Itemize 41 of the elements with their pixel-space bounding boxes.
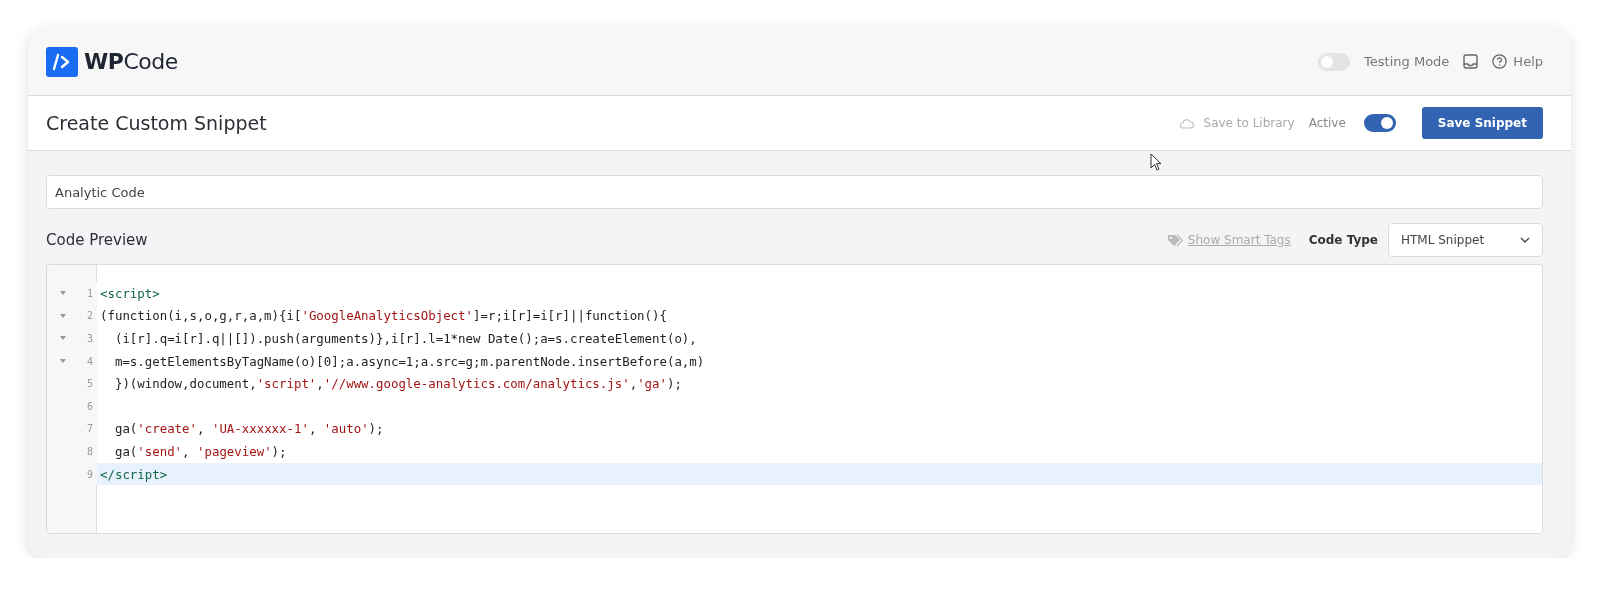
code-line: <script> xyxy=(99,285,160,301)
code-line: </script> xyxy=(99,466,168,482)
fold-arrow-icon[interactable] xyxy=(60,291,66,295)
inbox-icon[interactable] xyxy=(1463,54,1479,69)
code-type-label: Code Type xyxy=(1308,233,1378,247)
code-line: ga('create', 'UA-xxxxxx-1', 'auto'); xyxy=(113,421,384,437)
line-number: 7 xyxy=(86,423,93,435)
line-number: 1 xyxy=(86,287,93,299)
save-snippet-button[interactable]: Save Snippet xyxy=(1421,107,1543,139)
active-label: Active xyxy=(1308,116,1346,130)
line-number: 6 xyxy=(86,400,93,412)
code-line: ga('send', 'pageview'); xyxy=(113,443,287,459)
logo-icon xyxy=(46,46,78,77)
help-link[interactable]: Help xyxy=(1513,54,1543,69)
line-number: 5 xyxy=(86,378,93,390)
cloud-icon[interactable] xyxy=(1177,117,1194,129)
line-number: 9 xyxy=(86,468,93,480)
code-editor[interactable] xyxy=(46,264,1543,534)
brand-logo-text: WPCode xyxy=(84,49,178,74)
code-type-dropdown[interactable]: HTML Snippet xyxy=(1388,223,1543,257)
code-line: m=s.getElementsByTagName(o)[0];a.async=1;a.src=g;m.parentNode.insertBefore(a,m) xyxy=(113,353,705,369)
help-icon[interactable] xyxy=(1492,54,1508,69)
code-line: })(window,document,'script','//www.google-analytics.com/analytics.js','ga'); xyxy=(113,376,682,392)
testing-mode-label: Testing Mode xyxy=(1364,54,1450,69)
snippet-title-field[interactable]: Analytic Code xyxy=(46,175,1543,209)
fold-arrow-icon[interactable] xyxy=(60,313,66,318)
line-number: 2 xyxy=(86,310,93,322)
line-number: 8 xyxy=(86,445,93,457)
fold-arrow-icon[interactable] xyxy=(60,358,66,363)
code-line: (i[r].q=i[r].q||[]).push(arguments)},i[r].l=1*new Date();a=s.createElement(o), xyxy=(113,331,697,346)
mouse-cursor-icon xyxy=(1150,153,1162,171)
code-line: (function(i,s,o,g,r,a,m){i['GoogleAnalyticsObject']=r;i[r]=i[r]||function(){ xyxy=(99,308,667,324)
chevron-down-icon xyxy=(1520,237,1530,243)
code-preview-heading: Code Preview xyxy=(46,231,148,249)
line-number: 3 xyxy=(86,333,93,344)
page-title: Create Custom Snippet xyxy=(46,112,267,134)
line-number: 4 xyxy=(86,355,93,367)
fold-arrow-icon[interactable] xyxy=(60,336,66,341)
toggle-switch[interactable] xyxy=(1318,52,1351,71)
toggle-switch[interactable] xyxy=(1363,114,1396,132)
tag-icon xyxy=(1166,233,1184,247)
